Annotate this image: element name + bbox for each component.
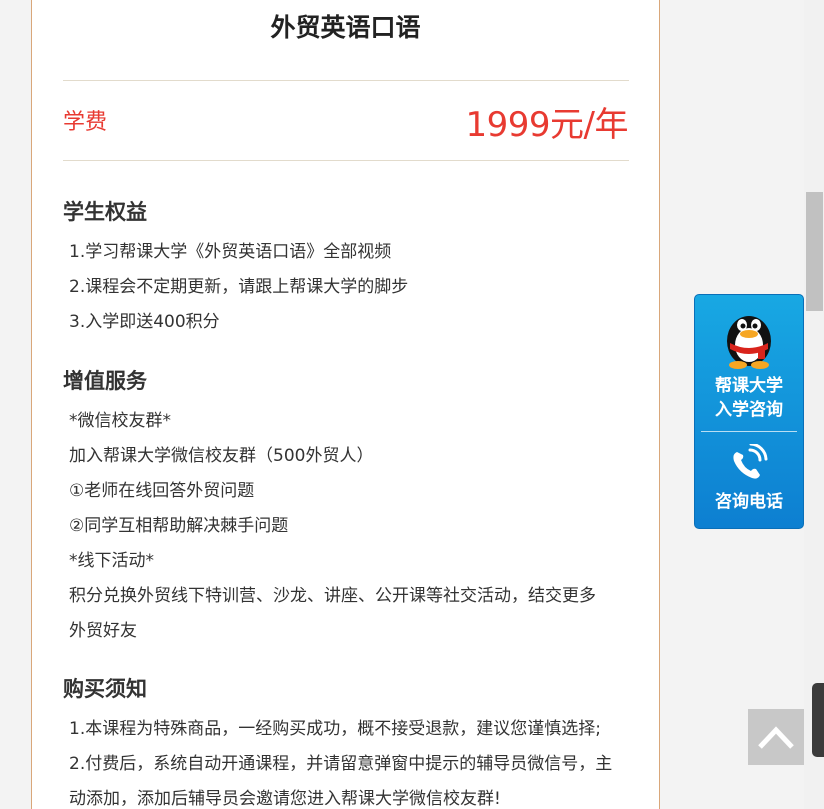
widget-divider bbox=[701, 431, 797, 432]
benefit-line: 1.学习帮课大学《外贸英语口语》全部视频 bbox=[69, 242, 392, 262]
notice-line: 动添加，添加后辅导员会邀请您进入帮课大学微信校友群! bbox=[69, 789, 501, 809]
service-line: 外贸好友 bbox=[69, 621, 137, 641]
service-line: 积分兑换外贸线下特训营、沙龙、讲座、公开课等社交活动，结交更多 bbox=[69, 586, 596, 606]
notice-line: 2.付费后，系统自动开通课程，并请留意弹窗中提示的辅导员微信号，主 bbox=[69, 754, 613, 774]
service-line: ①老师在线回答外贸问题 bbox=[69, 481, 255, 501]
service-line: *微信校友群* bbox=[69, 411, 171, 431]
side-panel-tab[interactable] bbox=[812, 683, 824, 757]
benefit-line: 2.课程会不定期更新，请跟上帮课大学的脚步 bbox=[69, 277, 409, 297]
divider bbox=[63, 160, 629, 161]
notice-line: 1.本课程为特殊商品，一经购买成功，概不接受退款，建议您谨慎选择; bbox=[69, 719, 601, 739]
service-line: *线下活动* bbox=[69, 551, 154, 571]
divider bbox=[63, 80, 629, 81]
fee-label: 学费 bbox=[63, 110, 108, 135]
back-to-top-button[interactable] bbox=[748, 709, 804, 765]
fee-price: 1999元/年 bbox=[465, 105, 629, 145]
section-title-services: 增值服务 bbox=[63, 369, 147, 393]
consult-widget[interactable]: 帮课大学 入学咨询 咨询电话 bbox=[694, 294, 804, 529]
benefit-line: 3.入学即送400积分 bbox=[69, 312, 220, 332]
service-line: 加入帮课大学微信校友群（500外贸人） bbox=[69, 446, 374, 466]
chevron-up-icon bbox=[758, 726, 794, 749]
qq-penguin-icon[interactable] bbox=[718, 303, 780, 373]
scrollbar-thumb[interactable] bbox=[806, 192, 823, 311]
service-line: ②同学互相帮助解决棘手问题 bbox=[69, 516, 289, 536]
qq-consult-label[interactable]: 帮课大学 入学咨询 bbox=[695, 374, 803, 422]
course-title: 外贸英语口语 bbox=[270, 13, 421, 42]
section-title-benefits: 学生权益 bbox=[63, 200, 147, 224]
section-title-notice: 购买须知 bbox=[63, 677, 147, 701]
phone-icon[interactable] bbox=[728, 442, 770, 486]
course-card: 外贸英语口语 学费 1999元/年 学生权益 1.学习帮课大学《外贸英语口语》全… bbox=[31, 0, 660, 809]
phone-consult-label[interactable]: 咨询电话 bbox=[695, 487, 803, 512]
